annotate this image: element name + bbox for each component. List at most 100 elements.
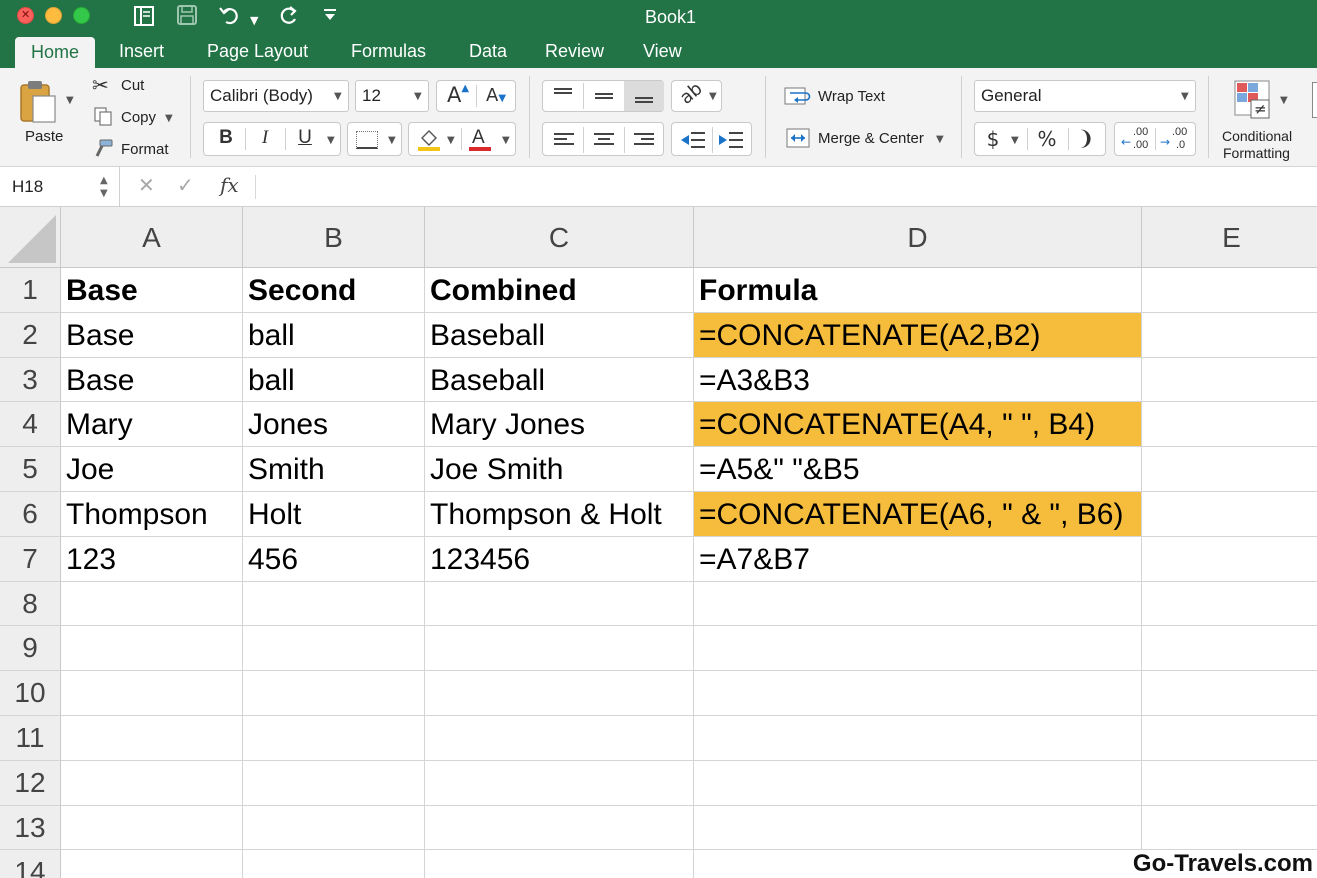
cell-a13[interactable]	[61, 805, 243, 851]
confirm-entry-icon[interactable]: ✓	[177, 173, 194, 197]
row-header-7[interactable]: 7	[0, 536, 61, 582]
align-left-icon[interactable]	[554, 132, 574, 153]
cell-c6[interactable]: Thompson & Holt	[425, 492, 694, 537]
insert-function-button[interactable]: fx	[220, 173, 239, 197]
row-header-14[interactable]: 14	[0, 850, 61, 878]
borders-button[interactable]: ▼	[347, 122, 402, 156]
cell-d2[interactable]: =CONCATENATE(A2,B2)	[694, 312, 1142, 358]
format-as-table-icon[interactable]	[1312, 82, 1317, 118]
format-painter-button[interactable]: Format	[121, 141, 169, 158]
cell-e1[interactable]	[1142, 268, 1317, 313]
cell-e9[interactable]	[1142, 626, 1317, 672]
row-header-8[interactable]: 8	[0, 581, 61, 627]
row-header-3[interactable]: 3	[0, 357, 61, 403]
cell-b4[interactable]: Jones	[243, 402, 425, 448]
conditional-formatting-icon[interactable]: ≠	[1234, 80, 1274, 125]
row-header-4[interactable]: 4	[0, 402, 61, 448]
cell-a6[interactable]: Thompson	[61, 492, 243, 537]
cell-b7[interactable]: 456	[243, 536, 425, 582]
align-right-icon[interactable]	[634, 132, 654, 153]
cell-d1[interactable]: Formula	[694, 268, 1142, 313]
copy-button[interactable]: Copy	[121, 109, 156, 126]
cell-a2[interactable]: Base	[61, 312, 243, 358]
cell-e6[interactable]	[1142, 492, 1317, 537]
row-header-13[interactable]: 13	[0, 805, 61, 851]
cell-c5[interactable]: Joe Smith	[425, 447, 694, 492]
bottom-align-button[interactable]	[624, 81, 664, 111]
cell-a11[interactable]	[61, 716, 243, 761]
cell-a4[interactable]: Mary	[61, 402, 243, 448]
row-header-2[interactable]: 2	[0, 312, 61, 358]
format-painter-icon[interactable]	[92, 138, 114, 163]
column-header-d[interactable]: D	[694, 207, 1142, 268]
cell-c10[interactable]	[425, 671, 694, 716]
cell-d9[interactable]	[694, 626, 1142, 672]
cell-d4[interactable]: =CONCATENATE(A4, " ", B4)	[694, 402, 1142, 448]
tab-home[interactable]: Home	[15, 37, 96, 69]
cell-d11[interactable]	[694, 716, 1142, 761]
cell-a12[interactable]	[61, 760, 243, 806]
cell-a1[interactable]: Base	[61, 268, 243, 313]
name-box[interactable]: H18 ▲ ▼	[0, 167, 120, 206]
font-size-chevron-icon[interactable]: ▼	[414, 91, 422, 102]
paste-icon[interactable]	[18, 78, 58, 129]
cell-b12[interactable]	[243, 760, 425, 806]
cell-e3[interactable]	[1142, 358, 1317, 403]
tab-data[interactable]: Data	[453, 36, 523, 68]
formula-input[interactable]	[262, 167, 1312, 206]
increase-decimal-button[interactable]: ← .00 .00	[1121, 126, 1153, 154]
cell-b11[interactable]	[243, 716, 425, 761]
cell-b2[interactable]: ball	[243, 312, 425, 358]
column-header-a[interactable]: A	[61, 207, 243, 268]
conditional-formatting-chevron-icon[interactable]: ▼	[1280, 95, 1288, 106]
underline-button[interactable]: U	[292, 127, 318, 149]
merge-center-button[interactable]: Merge & Center	[818, 130, 924, 147]
font-name-chevron-icon[interactable]: ▼	[334, 91, 342, 102]
merge-center-icon[interactable]	[786, 128, 810, 153]
copy-icon[interactable]	[93, 106, 113, 131]
currency-button[interactable]: $	[983, 127, 1003, 151]
increase-font-size-icon[interactable]: A▲	[443, 83, 473, 107]
cell-c7[interactable]: 123456	[425, 536, 694, 582]
cell-d13[interactable]	[694, 805, 1142, 851]
cell-a10[interactable]	[61, 671, 243, 716]
wrap-text-icon[interactable]	[784, 86, 812, 111]
cell-a9[interactable]	[61, 626, 243, 672]
conditional-formatting-label-2[interactable]: Formatting	[1223, 145, 1290, 161]
copy-dropdown-chevron-icon[interactable]: ▼	[165, 113, 173, 124]
top-align-icon[interactable]	[554, 88, 572, 90]
currency-chevron-icon[interactable]: ▼	[1011, 135, 1019, 146]
cell-c13[interactable]	[425, 805, 694, 851]
cell-e2[interactable]	[1142, 313, 1317, 358]
row-header-11[interactable]: 11	[0, 716, 61, 761]
cell-c2[interactable]: Baseball	[425, 312, 694, 358]
cell-a5[interactable]: Joe	[61, 447, 243, 492]
cell-d10[interactable]	[694, 671, 1142, 716]
comma-style-button[interactable]: ❩	[1076, 126, 1096, 150]
cell-e4[interactable]	[1142, 402, 1317, 448]
wrap-text-button[interactable]: Wrap Text	[818, 88, 885, 105]
cell-b13[interactable]	[243, 805, 425, 851]
cell-b5[interactable]: Smith	[243, 447, 425, 492]
cell-c8[interactable]	[425, 581, 694, 627]
row-header-1[interactable]: 1	[0, 268, 61, 313]
cut-button[interactable]: Cut	[121, 77, 144, 94]
conditional-formatting-label-1[interactable]: Conditional	[1222, 128, 1292, 144]
cell-d12[interactable]	[694, 760, 1142, 806]
paste-dropdown-chevron-icon[interactable]: ▼	[66, 95, 74, 106]
cell-c9[interactable]	[425, 626, 694, 672]
column-header-c[interactable]: C	[425, 207, 694, 268]
font-color-chevron-icon[interactable]: ▼	[502, 135, 510, 146]
cell-a3[interactable]: Base	[61, 357, 243, 403]
cell-a7[interactable]: 123	[61, 536, 243, 582]
cancel-entry-icon[interactable]: ✕	[138, 173, 155, 197]
paste-label[interactable]: Paste	[25, 128, 63, 145]
number-format-chevron-icon[interactable]: ▼	[1181, 91, 1189, 102]
cell-d14[interactable]	[694, 850, 1142, 878]
cell-a14[interactable]	[61, 850, 243, 878]
cell-c14[interactable]	[425, 850, 694, 878]
tab-insert[interactable]: Insert	[103, 36, 180, 68]
cell-c1[interactable]: Combined	[425, 268, 694, 313]
tab-formulas[interactable]: Formulas	[335, 36, 442, 68]
row-header-9[interactable]: 9	[0, 626, 61, 672]
